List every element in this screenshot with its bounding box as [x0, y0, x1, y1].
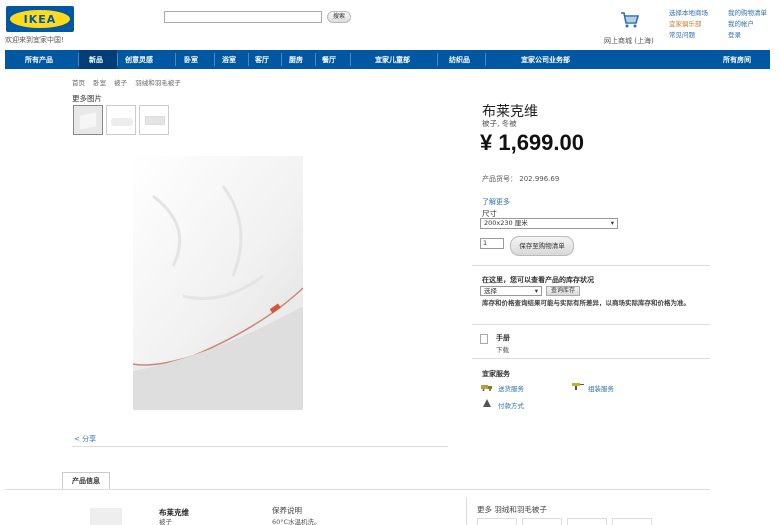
info-product-sub: 被子	[159, 518, 172, 525]
services-title: 宜家服务	[482, 370, 510, 378]
stock-check-prompt: 在这里，您可以查看产品的库存状况	[482, 276, 594, 284]
nav-item-all-products[interactable]: 所有产品	[25, 55, 53, 65]
article-number-label: 产品货号：	[482, 175, 517, 183]
quantity-input[interactable]: 1	[480, 238, 504, 249]
link-shopping-list[interactable]: 我的购物清单	[728, 8, 767, 19]
nav-item-inspiration[interactable]: 创意灵感	[125, 55, 153, 65]
more-images-title: 更多图片	[72, 94, 102, 103]
store-select[interactable]: 选择 ▾	[480, 286, 542, 296]
product-subtitle: 被子, 冬被	[482, 119, 517, 128]
divider	[72, 446, 448, 447]
nav-divider	[485, 53, 486, 66]
service-assembly-link[interactable]: 组装服务	[588, 383, 614, 393]
nav-item-kitchen[interactable]: 厨房	[289, 55, 303, 65]
product-main-image[interactable]	[133, 156, 303, 410]
breadcrumb-item-bedroom[interactable]: 卧室	[93, 79, 106, 87]
main-nav: 所有产品 新品 创意灵感 卧室 浴室 客厅 厨房 餐厅 宜家儿童部 纺织品 宜家…	[5, 50, 770, 69]
link-choose-store[interactable]: 选择本地商场	[669, 8, 708, 19]
thumbnail-3[interactable]	[139, 105, 169, 135]
share-label: 分享	[82, 435, 97, 443]
breadcrumb-item-down-quilts[interactable]: 羽绒和羽毛被子	[135, 79, 181, 87]
product-thumbnail	[90, 508, 122, 525]
check-stock-button[interactable]: 查询库存	[546, 286, 580, 296]
nav-divider	[315, 53, 316, 66]
product-price: ¥ 1,699.00	[480, 130, 584, 155]
save-to-list-button[interactable]: 保存至购物清单	[510, 236, 574, 256]
link-family-club[interactable]: 宜家俱乐部	[669, 19, 708, 30]
learn-more-link[interactable]: 了解更多	[482, 197, 510, 207]
size-select[interactable]: 200x230 厘米 ▾	[480, 218, 618, 229]
service-delivery-link[interactable]: 送货服务	[498, 383, 524, 393]
tab-baseline	[5, 489, 710, 490]
related-product-card[interactable]	[477, 518, 517, 525]
share-link[interactable]: < 分享	[74, 434, 96, 444]
nav-divider	[281, 53, 282, 66]
search-input[interactable]	[164, 11, 322, 23]
nav-item-new[interactable]: 新品	[89, 55, 103, 65]
search-button[interactable]: 搜索	[327, 11, 351, 23]
nav-divider	[350, 53, 351, 66]
breadcrumb-item-home[interactable]: 首页	[72, 79, 85, 87]
payment-icon	[483, 399, 491, 407]
nav-divider	[78, 53, 79, 66]
cart-label[interactable]: 网上商城 (上海)	[604, 36, 654, 46]
nav-divider	[214, 53, 215, 66]
nav-item-bedroom[interactable]: 卧室	[184, 55, 198, 65]
nav-divider	[437, 53, 438, 66]
shopping-cart-icon[interactable]	[620, 10, 640, 30]
nav-item-bathroom[interactable]: 浴室	[222, 55, 236, 65]
breadcrumb-item-quilts[interactable]: 被子	[114, 79, 127, 87]
manual-label: 手册	[496, 334, 510, 342]
chevron-down-icon: ▾	[610, 219, 614, 227]
link-faq[interactable]: 常见问题	[669, 30, 708, 41]
breadcrumb: 首页 卧室 被子 羽绒和羽毛被子	[72, 77, 187, 87]
thumbnail-1[interactable]	[73, 105, 103, 135]
article-number-value: 202.996.69	[519, 175, 560, 183]
nav-item-children[interactable]: 宜家儿童部	[375, 55, 410, 65]
nav-item-textiles[interactable]: 纺织品	[449, 55, 470, 65]
nav-divider	[248, 53, 249, 66]
logo-oval: IKEA	[10, 10, 70, 28]
related-product-card[interactable]	[612, 518, 652, 525]
nav-item-business[interactable]: 宜家公司业务部	[521, 55, 570, 65]
related-product-card[interactable]	[522, 518, 562, 525]
vertical-divider	[466, 497, 467, 525]
link-my-account[interactable]: 我的帐户	[728, 19, 767, 30]
drill-icon	[572, 383, 584, 390]
link-login[interactable]: 登录	[728, 30, 767, 41]
top-links-col1: 选择本地商场 宜家俱乐部 常见问题	[669, 8, 708, 41]
care-instructions-text: 60°C水温机洗。	[272, 518, 321, 525]
nav-divider	[175, 53, 176, 66]
nav-item-all-rooms[interactable]: 所有房间	[723, 55, 751, 65]
more-products-title: 更多 羽绒和羽毛被子	[477, 505, 547, 514]
nav-divider	[117, 53, 118, 66]
ikea-logo[interactable]: IKEA	[6, 6, 74, 32]
thumbnail-2[interactable]	[106, 105, 136, 135]
care-instructions-title: 保养说明	[272, 506, 302, 515]
document-icon	[480, 334, 488, 344]
welcome-text: 欢迎来到宜家中国!	[5, 36, 64, 44]
top-links-col2: 我的购物清单 我的帐户 登录	[728, 8, 767, 41]
share-icon: <	[74, 435, 80, 443]
chevron-down-icon: ▾	[534, 287, 538, 295]
divider	[472, 324, 710, 325]
manual-download-link[interactable]: 下载	[496, 344, 509, 354]
related-product-card[interactable]	[567, 518, 607, 525]
nav-item-living-room[interactable]: 客厅	[255, 55, 269, 65]
service-payment-link[interactable]: 付款方式	[498, 400, 524, 410]
tab-product-info[interactable]: 产品信息	[62, 472, 110, 489]
size-select-value: 200x230 厘米	[484, 219, 528, 227]
quilt-illustration	[133, 156, 303, 410]
divider	[472, 358, 710, 359]
store-select-value: 选择	[484, 287, 497, 295]
logo-text: IKEA	[23, 12, 57, 26]
delivery-truck-icon	[481, 385, 492, 391]
divider	[472, 265, 710, 266]
stock-note: 库存和价格查询结果可能与实际有所差异，以商场实际库存和价格为准。	[482, 299, 690, 307]
article-number: 产品货号： 202.996.69	[482, 174, 559, 184]
nav-item-dining[interactable]: 餐厅	[322, 55, 336, 65]
